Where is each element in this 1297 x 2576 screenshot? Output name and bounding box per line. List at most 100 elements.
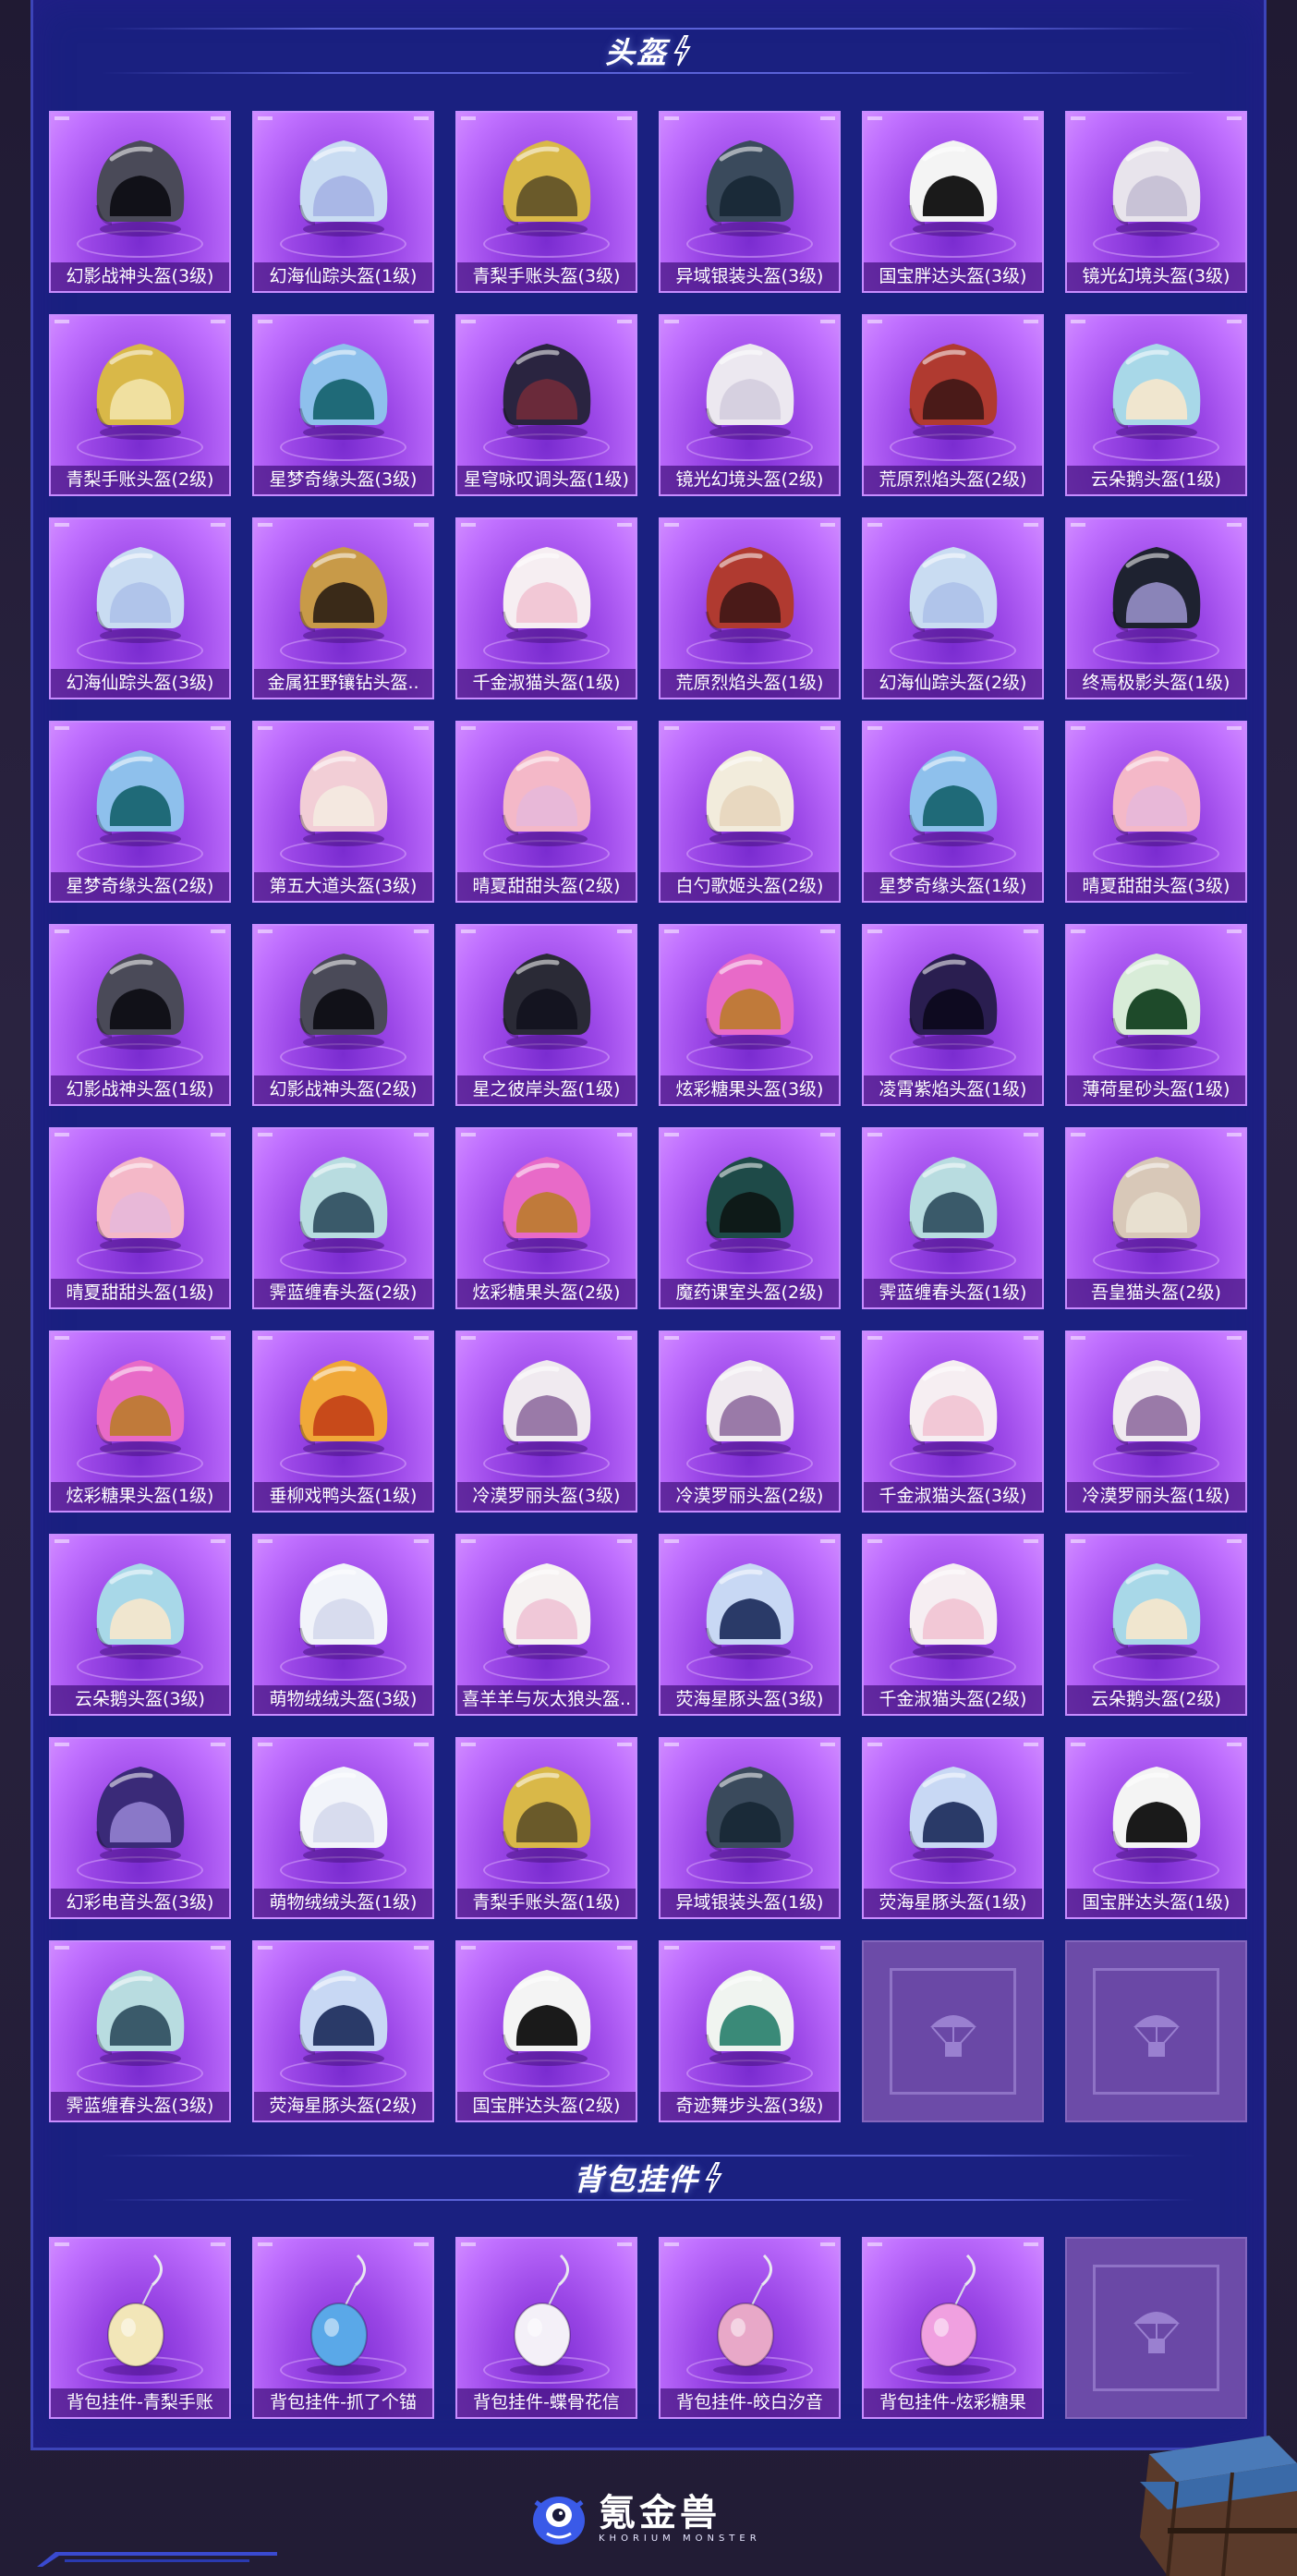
- helmet-item-card[interactable]: 白勺歌姬头盔(2级): [659, 721, 841, 903]
- card-corner-accent: [664, 1539, 679, 1543]
- helmet-item-card[interactable]: 星梦奇缘头盔(2级): [49, 721, 231, 903]
- helmet-item-card[interactable]: 魔药课室头盔(2级): [659, 1127, 841, 1309]
- helmet-item-card[interactable]: 荒原烈焰头盔(1级): [659, 517, 841, 699]
- helmet-item-card[interactable]: 霁蓝缠春头盔(1级): [862, 1127, 1044, 1309]
- helmet-item-card[interactable]: 千金淑猫头盔(2级): [862, 1534, 1044, 1716]
- helmet-item-card[interactable]: 幻影战神头盔(3级): [49, 111, 231, 293]
- helmet-item-card[interactable]: 金属狂野镶钻头盔..: [252, 517, 434, 699]
- item-name: 云朵鹅头盔(2级): [1067, 1685, 1245, 1714]
- helmet-item-card[interactable]: 云朵鹅头盔(2级): [1065, 1534, 1247, 1716]
- monster-mascot-icon: [533, 2497, 585, 2545]
- helmet-item-card[interactable]: 炫彩糖果头盔(1级): [49, 1331, 231, 1513]
- card-corner-accent: [1227, 523, 1242, 527]
- helmet-icon: [1111, 1767, 1200, 1863]
- helmet-item-card[interactable]: 喜羊羊与灰太狼头盔..: [455, 1534, 637, 1716]
- item-name: 幻影战神头盔(1级): [51, 1075, 229, 1104]
- helmet-item-card[interactable]: 幻影战神头盔(1级): [49, 924, 231, 1106]
- helmet-item-card[interactable]: 异域银装头盔(3级): [659, 111, 841, 293]
- card-corner-accent: [414, 726, 429, 730]
- helmet-item-card[interactable]: 荧海星豚头盔(2级): [252, 1940, 434, 2122]
- helmet-item-card[interactable]: 星穹咏叹调头盔(1级): [455, 314, 637, 496]
- helmet-item-card[interactable]: 吾皇猫头盔(2级): [1065, 1127, 1247, 1309]
- helmet-item-card[interactable]: 晴夏甜甜头盔(2级): [455, 721, 637, 903]
- pendant-item-card[interactable]: 背包挂件-青梨手账: [49, 2237, 231, 2419]
- helmet-item-card[interactable]: 薄荷星砂头盔(1级): [1065, 924, 1247, 1106]
- helmet-item-card[interactable]: 炫彩糖果头盔(3级): [659, 924, 841, 1106]
- helmet-item-card[interactable]: 星之彼岸头盔(1级): [455, 924, 637, 1106]
- helmet-item-card[interactable]: 幻海仙踪头盔(1级): [252, 111, 434, 293]
- card-corner-accent: [461, 930, 476, 933]
- helmet-item-card[interactable]: 幻影战神头盔(2级): [252, 924, 434, 1106]
- helmet-item-card[interactable]: 晴夏甜甜头盔(1级): [49, 1127, 231, 1309]
- helmet-item-card[interactable]: 荧海星豚头盔(3级): [659, 1534, 841, 1716]
- card-corner-accent: [55, 116, 69, 120]
- helmet-item-card[interactable]: 炫彩糖果头盔(2级): [455, 1127, 637, 1309]
- item-name: 荧海星豚头盔(2级): [254, 2092, 432, 2120]
- item-name: 金属狂野镶钻头盔..: [254, 669, 432, 698]
- empty-slot-frame: [1093, 1968, 1219, 2095]
- helmet-item-card[interactable]: 霁蓝缠春头盔(3级): [49, 1940, 231, 2122]
- card-corner-accent: [1024, 1336, 1038, 1340]
- helmet-item-card[interactable]: 千金淑猫头盔(1级): [455, 517, 637, 699]
- helmet-item-card[interactable]: 幻海仙踪头盔(2级): [862, 517, 1044, 699]
- helmet-item-card[interactable]: 青梨手账头盔(1级): [455, 1737, 637, 1919]
- pendant-item-card[interactable]: 背包挂件-蝶骨花信: [455, 2237, 637, 2419]
- helmet-item-card[interactable]: 星梦奇缘头盔(3级): [252, 314, 434, 496]
- helmet-item-card[interactable]: 萌物绒绒头盔(3级): [252, 1534, 434, 1716]
- card-corner-accent: [1227, 726, 1242, 730]
- helmet-icon: [502, 344, 590, 440]
- card-corner-accent: [55, 1743, 69, 1746]
- helmet-item-card[interactable]: 终焉极影头盔(1级): [1065, 517, 1247, 699]
- helmet-item-card[interactable]: 青梨手账头盔(2级): [49, 314, 231, 496]
- helmet-item-card[interactable]: 异域银装头盔(1级): [659, 1737, 841, 1919]
- helmet-item-card[interactable]: 幻海仙踪头盔(3级): [49, 517, 231, 699]
- helmet-item-card[interactable]: 国宝胖达头盔(2级): [455, 1940, 637, 2122]
- helmet-item-card[interactable]: 晴夏甜甜头盔(3级): [1065, 721, 1247, 903]
- helmet-item-card[interactable]: 星梦奇缘头盔(1级): [862, 721, 1044, 903]
- helmet-item-card[interactable]: 荒原烈焰头盔(2级): [862, 314, 1044, 496]
- card-corner-accent: [461, 1539, 476, 1543]
- airdrop-parachute-icon: [929, 2014, 976, 2057]
- helmet-item-card[interactable]: 奇迹舞步头盔(3级): [659, 1940, 841, 2122]
- helmet-icon: [908, 750, 997, 846]
- card-corner-accent: [1227, 930, 1242, 933]
- helmet-item-card[interactable]: 第五大道头盔(3级): [252, 721, 434, 903]
- helmet-item-card[interactable]: 云朵鹅头盔(1级): [1065, 314, 1247, 496]
- helmet-item-card[interactable]: 垂柳戏鸭头盔(1级): [252, 1331, 434, 1513]
- helmet-item-card[interactable]: 幻彩电音头盔(3级): [49, 1737, 231, 1919]
- helmet-item-card[interactable]: 冷漠罗丽头盔(1级): [1065, 1331, 1247, 1513]
- card-corner-accent: [461, 523, 476, 527]
- helmet-icon: [908, 547, 997, 643]
- pendant-item-card[interactable]: 背包挂件-抓了个锚: [252, 2237, 434, 2419]
- helmet-icon: [1111, 1563, 1200, 1659]
- helmet-item-card[interactable]: 镜光幻境头盔(2级): [659, 314, 841, 496]
- item-name: 背包挂件-抓了个锚: [254, 2388, 432, 2417]
- card-corner-accent: [1071, 1743, 1085, 1746]
- item-name: 垂柳戏鸭头盔(1级): [254, 1482, 432, 1511]
- helmet-item-card[interactable]: 凌霄紫焰头盔(1级): [862, 924, 1044, 1106]
- helmet-item-card[interactable]: 冷漠罗丽头盔(3级): [455, 1331, 637, 1513]
- card-corner-accent: [664, 1946, 679, 1950]
- helmet-icon: [1111, 954, 1200, 1050]
- item-name: 霁蓝缠春头盔(1级): [864, 1279, 1042, 1307]
- helmet-icon: [1111, 1360, 1200, 1456]
- helmet-item-card[interactable]: 千金淑猫头盔(3级): [862, 1331, 1044, 1513]
- helmet-item-card[interactable]: 冷漠罗丽头盔(2级): [659, 1331, 841, 1513]
- helmet-item-card[interactable]: 镜光幻境头盔(3级): [1065, 111, 1247, 293]
- helmet-item-card[interactable]: 云朵鹅头盔(3级): [49, 1534, 231, 1716]
- card-corner-accent: [414, 1336, 429, 1340]
- helmet-item-card[interactable]: 霁蓝缠春头盔(2级): [252, 1127, 434, 1309]
- helmet-item-card[interactable]: 青梨手账头盔(3级): [455, 111, 637, 293]
- helmet-item-card[interactable]: 国宝胖达头盔(1级): [1065, 1737, 1247, 1919]
- pendant-item-card[interactable]: 背包挂件-炫彩糖果: [862, 2237, 1044, 2419]
- helmet-item-card[interactable]: 萌物绒绒头盔(1级): [252, 1737, 434, 1919]
- card-corner-accent: [1024, 1743, 1038, 1746]
- card-corner-accent: [55, 1133, 69, 1136]
- helmet-item-card[interactable]: 国宝胖达头盔(3级): [862, 111, 1044, 293]
- card-corner-accent: [55, 1336, 69, 1340]
- card-corner-accent: [461, 1336, 476, 1340]
- item-name: 背包挂件-蝶骨花信: [457, 2388, 636, 2417]
- pendant-item-card[interactable]: 背包挂件-皎白汐音: [659, 2237, 841, 2419]
- helmet-item-card[interactable]: 荧海星豚头盔(1级): [862, 1737, 1044, 1919]
- card-corner-accent: [414, 1539, 429, 1543]
